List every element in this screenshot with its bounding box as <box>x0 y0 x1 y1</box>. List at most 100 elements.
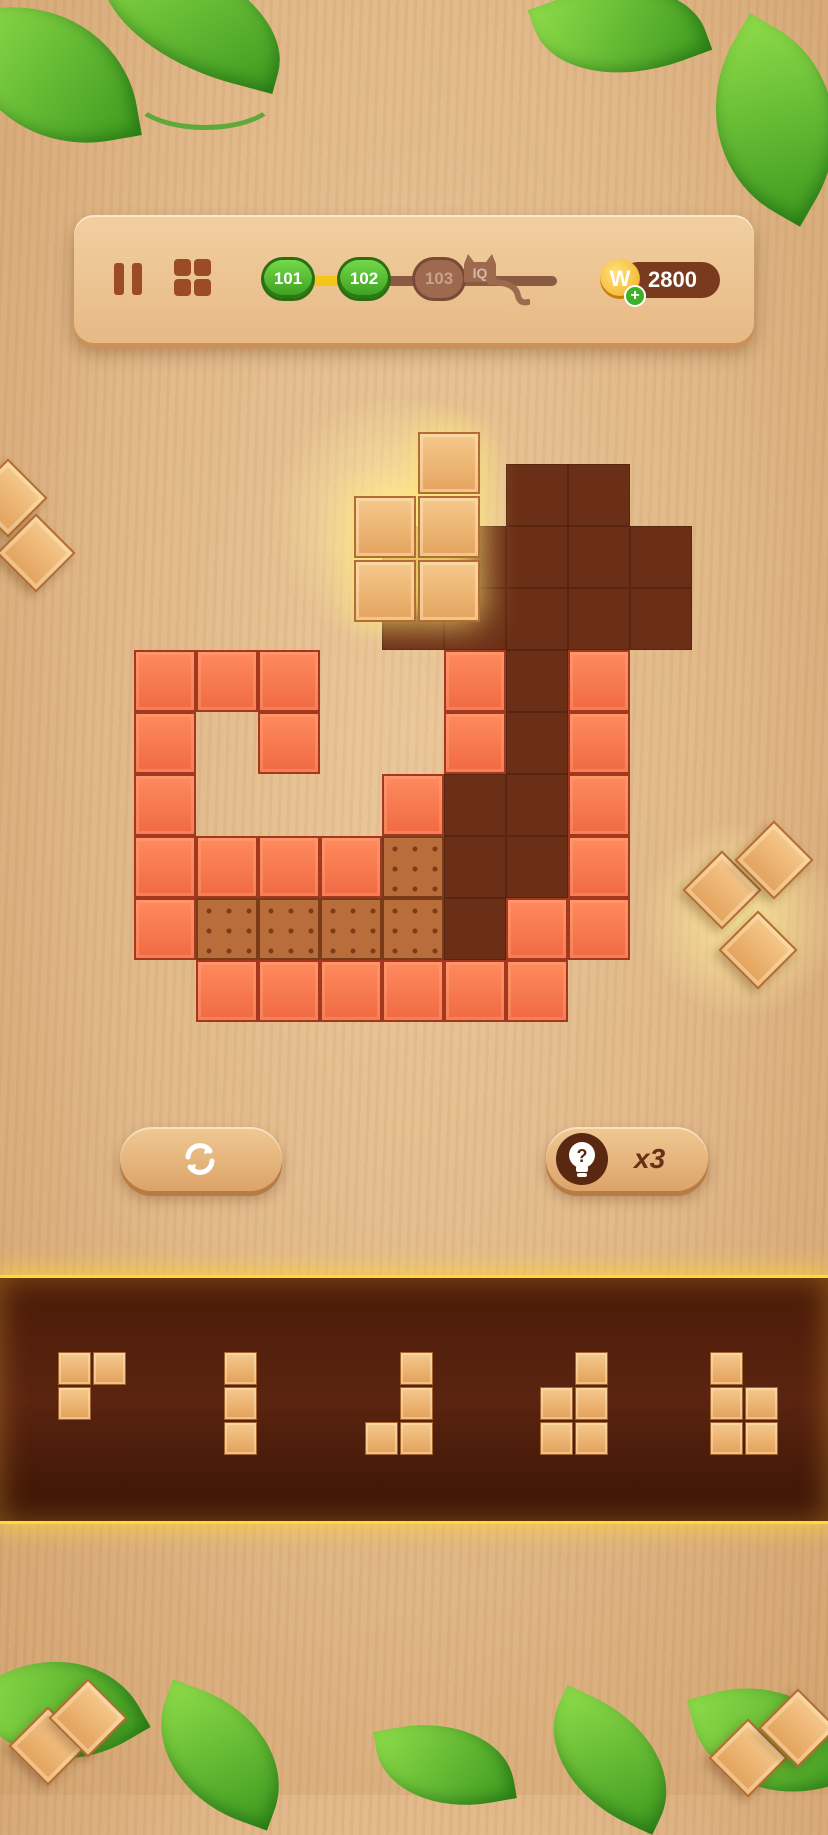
filled-block <box>506 960 568 1022</box>
filled-block <box>444 712 506 774</box>
filled-block <box>568 898 630 960</box>
level-progress: 101 102 103 IQ <box>262 254 562 306</box>
filled-block <box>196 836 258 898</box>
pause-button[interactable] <box>110 259 150 299</box>
filled-block <box>258 836 320 898</box>
tray-piece-I-triomino[interactable] <box>224 1352 294 1457</box>
refresh-icon <box>185 1143 215 1175</box>
tray-piece-block <box>224 1387 257 1420</box>
filled-block <box>196 650 258 712</box>
tray-piece-block <box>58 1387 91 1420</box>
empty-slot[interactable] <box>568 588 630 650</box>
tray-piece-block <box>540 1422 573 1455</box>
filled-block <box>382 960 444 1022</box>
tray-piece-block <box>710 1422 743 1455</box>
filled-block <box>134 836 196 898</box>
filled-block <box>568 650 630 712</box>
filled-block <box>196 960 258 1022</box>
fixed-block <box>320 898 382 960</box>
fixed-block <box>382 898 444 960</box>
hint-button[interactable]: ? x3 <box>546 1127 708 1191</box>
empty-slot[interactable] <box>506 898 568 960</box>
tray-piece-block <box>400 1422 433 1455</box>
level-101: 101 <box>264 260 312 298</box>
tray-piece-block <box>710 1352 743 1385</box>
tray-piece-J-tetromino[interactable] <box>365 1352 435 1457</box>
empty-slot[interactable] <box>444 898 506 960</box>
level-103: 103 <box>415 260 463 298</box>
lightbulb-icon: ? <box>556 1133 608 1185</box>
held-piece[interactable] <box>354 432 484 624</box>
tray-piece-P-pentomino-mirrored[interactable] <box>710 1352 780 1457</box>
empty-slot[interactable] <box>506 464 568 526</box>
tray-piece-block <box>575 1422 608 1455</box>
held-piece-block <box>354 496 416 558</box>
empty-slot[interactable] <box>568 464 630 526</box>
leaf-decoration <box>525 1685 695 1835</box>
coin-balance[interactable]: 2800 W + <box>600 259 720 307</box>
filled-block <box>134 774 196 836</box>
tray-piece-block <box>58 1352 91 1385</box>
leaf-decoration <box>527 0 713 105</box>
filled-block <box>134 650 196 712</box>
filled-block <box>258 960 320 1022</box>
iq-cat-icon: IQ <box>460 252 531 306</box>
empty-slot[interactable] <box>444 774 506 836</box>
held-piece-block <box>418 432 480 494</box>
empty-slot[interactable] <box>506 526 568 588</box>
tray-piece-block <box>93 1352 126 1385</box>
add-coins-button[interactable]: + <box>624 285 646 307</box>
tray-piece-block <box>575 1352 608 1385</box>
empty-slot[interactable] <box>630 526 692 588</box>
empty-slot[interactable] <box>506 712 568 774</box>
leaf-decoration <box>373 1709 517 1821</box>
filled-block <box>320 960 382 1022</box>
empty-slot[interactable] <box>506 836 568 898</box>
held-piece-block <box>354 560 416 622</box>
held-piece-block <box>418 560 480 622</box>
filled-block <box>506 898 568 960</box>
empty-slot[interactable] <box>444 836 506 898</box>
empty-slot[interactable] <box>506 588 568 650</box>
empty-slot[interactable] <box>506 774 568 836</box>
tray-piece-block <box>224 1422 257 1455</box>
filled-block <box>258 712 320 774</box>
tray-piece-L-small-triomino[interactable] <box>58 1352 128 1457</box>
filled-block <box>568 712 630 774</box>
filled-block <box>444 960 506 1022</box>
tray-piece-block <box>710 1387 743 1420</box>
vine-decoration <box>130 60 280 130</box>
tray-piece-P-pentomino[interactable] <box>540 1352 610 1457</box>
empty-slot[interactable] <box>568 526 630 588</box>
fixed-block <box>258 898 320 960</box>
piece-tray <box>0 1275 828 1524</box>
iq-label: IQ <box>473 265 488 281</box>
filled-block <box>134 712 196 774</box>
top-bar: 101 102 103 IQ 2800 W + <box>74 215 754 343</box>
tray-piece-block <box>400 1387 433 1420</box>
filled-block <box>568 774 630 836</box>
leaf-decoration <box>135 1679 305 1831</box>
filled-block <box>382 774 444 836</box>
restart-button[interactable] <box>120 1127 282 1191</box>
tray-piece-block <box>540 1387 573 1420</box>
filled-block <box>444 650 506 712</box>
svg-text:?: ? <box>577 1146 588 1166</box>
fixed-block <box>196 898 258 960</box>
level-102: 102 <box>340 260 388 298</box>
tray-piece-block <box>400 1352 433 1385</box>
held-piece-block <box>418 496 480 558</box>
filled-block <box>258 650 320 712</box>
hint-count: x3 <box>634 1143 666 1174</box>
levels-menu-button[interactable] <box>174 259 214 299</box>
leaf-decoration <box>0 0 142 163</box>
empty-slot[interactable] <box>506 650 568 712</box>
fixed-block <box>382 836 444 898</box>
tray-piece-block <box>575 1387 608 1420</box>
filled-block <box>134 898 196 960</box>
coin-count: 2800 <box>648 267 697 292</box>
tray-piece-block <box>224 1352 257 1385</box>
empty-slot[interactable] <box>630 588 692 650</box>
filled-block <box>568 836 630 898</box>
tray-piece-block <box>745 1387 778 1420</box>
